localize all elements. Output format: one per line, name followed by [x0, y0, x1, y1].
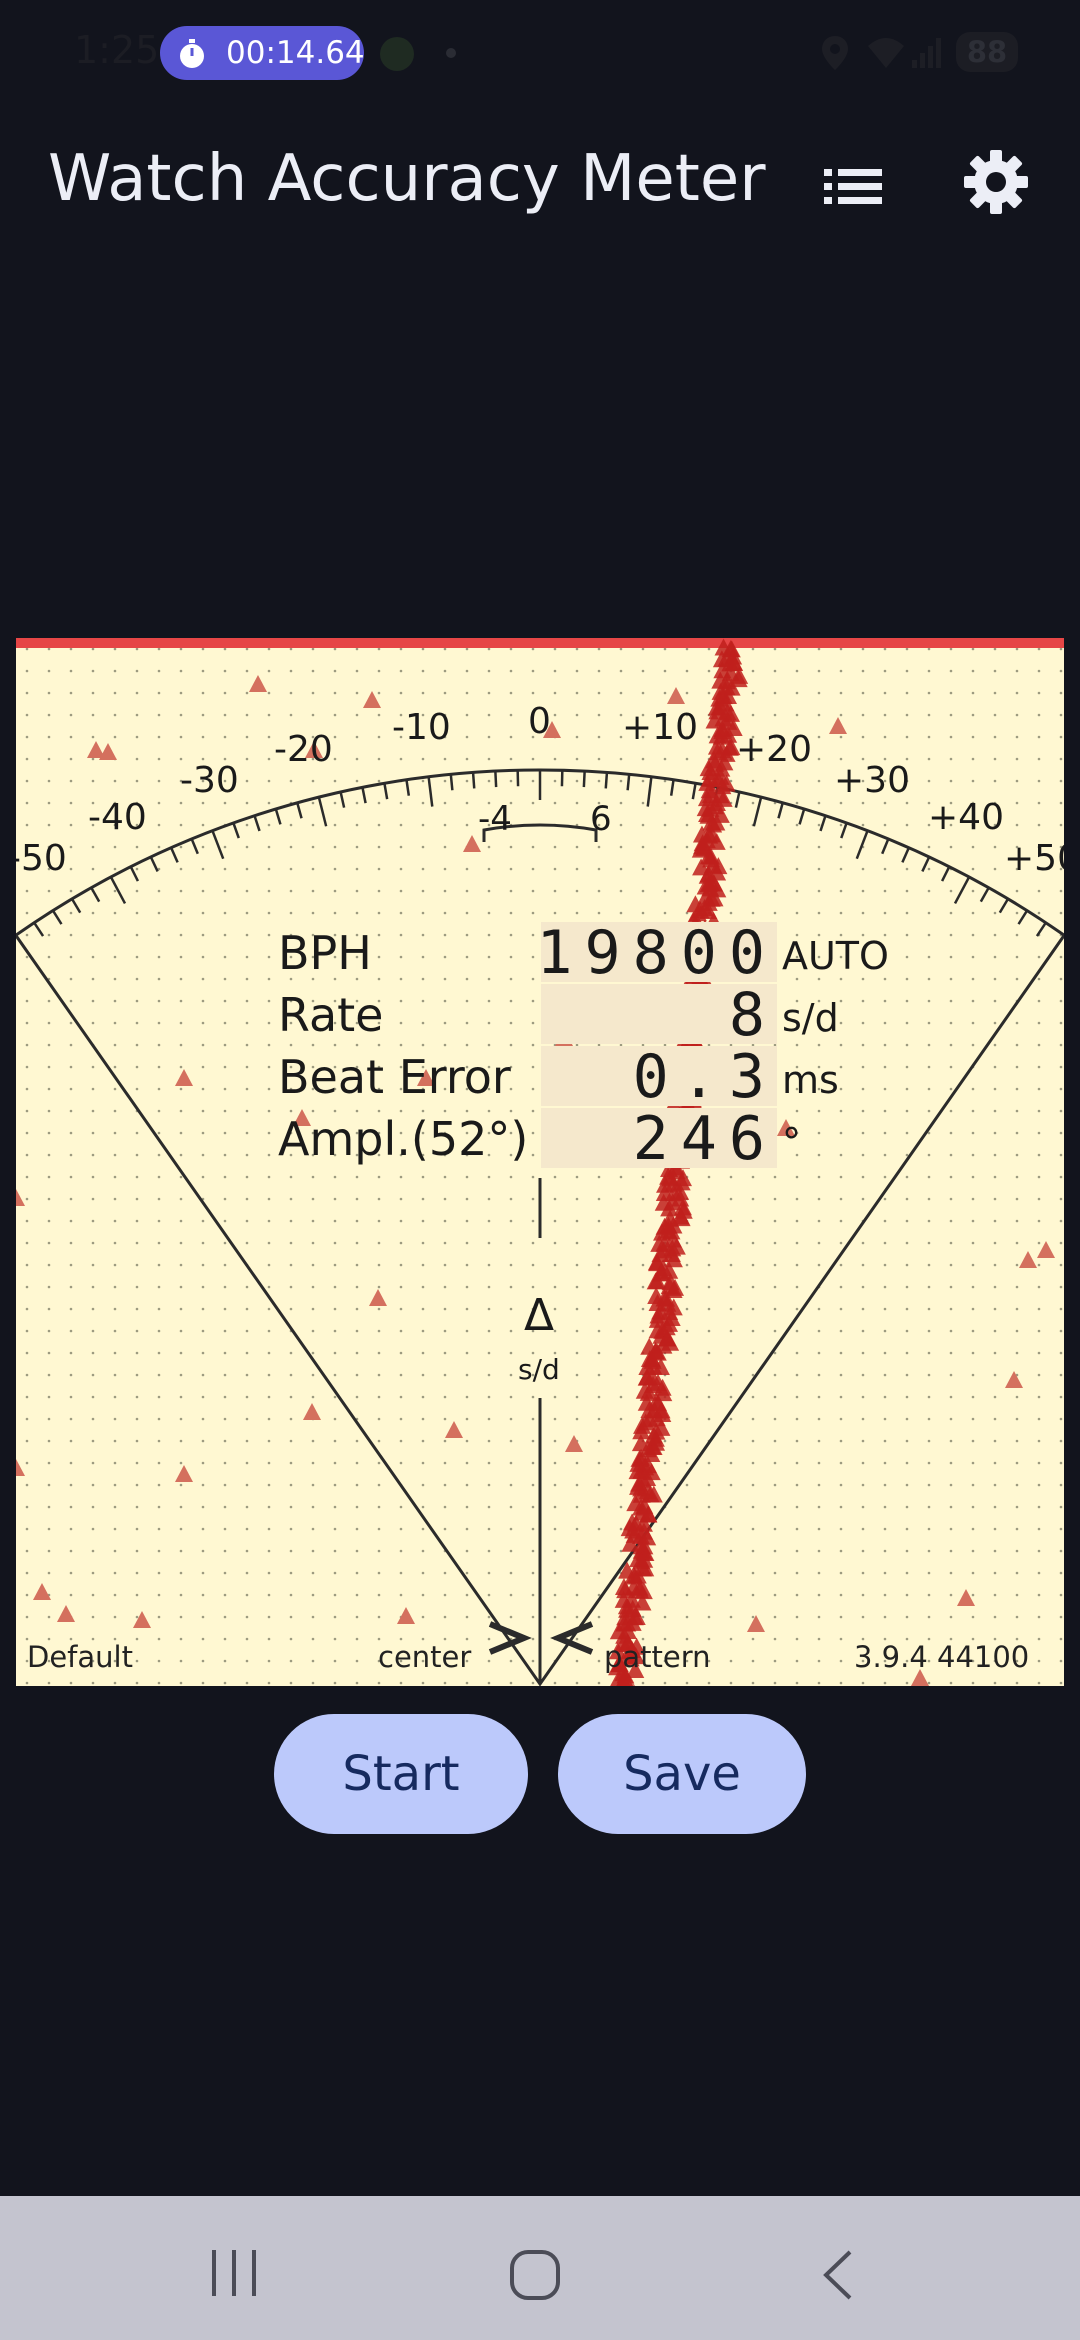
- scale-label: +50: [1004, 838, 1064, 879]
- save-button[interactable]: Save: [558, 1714, 806, 1834]
- rate-label: Rate: [278, 988, 384, 1042]
- center-label: center: [378, 1640, 472, 1674]
- status-time: 1:25: [74, 28, 160, 72]
- stopwatch-icon: [180, 39, 204, 68]
- scale-label: +10: [622, 707, 698, 748]
- beat-error-value: 0.3: [632, 1042, 777, 1112]
- scale-label: -30: [180, 760, 239, 801]
- scale-label: -50: [16, 838, 67, 879]
- dot-icon: [446, 48, 456, 58]
- delta-unit: s/d: [518, 1353, 560, 1386]
- amplitude-value-cell: 246: [541, 1104, 777, 1174]
- location-icon: [822, 36, 848, 70]
- bph-value-cell: 19800: [536, 918, 777, 988]
- history-list-button[interactable]: [818, 152, 888, 222]
- amplitude-value: 246: [632, 1104, 777, 1174]
- accuracy-meter-panel: -50 -40 -30 -20 -10 0 +10 +20 +30 +40 +5…: [16, 638, 1064, 1686]
- scale-tick: [582, 771, 586, 788]
- beat-error-label: Beat Error: [278, 1050, 511, 1104]
- scale-label: +30: [834, 760, 910, 801]
- scale-tick: [626, 774, 631, 791]
- recent-apps-icon[interactable]: [206, 2248, 262, 2298]
- top-bar: [16, 638, 1064, 648]
- scale-label: +20: [736, 729, 812, 770]
- scale-label: 0: [528, 701, 551, 742]
- inner-scale-label: 6: [590, 799, 612, 839]
- stopwatch-chip[interactable]: 00:14.64: [160, 26, 365, 80]
- status-bar: 1:25 00:14.64 88: [0, 0, 1080, 105]
- rate-value-cell: 8: [541, 980, 777, 1050]
- scale-label: -10: [392, 707, 451, 748]
- scale-tick: [471, 772, 476, 789]
- home-icon[interactable]: [508, 2248, 562, 2302]
- pattern-label: pattern: [604, 1640, 711, 1674]
- scale-tick: [604, 772, 609, 789]
- wifi-icon: [868, 38, 904, 68]
- delta-symbol: Δ: [524, 1290, 555, 1341]
- scale-tick: [449, 774, 454, 791]
- gear-icon: [964, 150, 1028, 214]
- start-button[interactable]: Start: [274, 1714, 528, 1834]
- bph-unit: AUTO: [782, 934, 889, 978]
- list-icon: [824, 169, 882, 204]
- bph-value: 19800: [536, 918, 777, 988]
- app-bar: Watch Accuracy Meter: [0, 120, 1080, 240]
- rate-unit: s/d: [782, 996, 839, 1040]
- battery-indicator: 88: [956, 32, 1018, 72]
- rate-value: 8: [728, 980, 777, 1050]
- amplitude-label: Ampl.(52°): [278, 1112, 529, 1166]
- page-title: Watch Accuracy Meter: [48, 142, 766, 216]
- back-icon[interactable]: [818, 2248, 858, 2302]
- scale-label: -20: [274, 729, 333, 770]
- scale-label: +40: [928, 797, 1004, 838]
- signal-icon: [912, 38, 941, 68]
- scale-tick: [494, 771, 498, 788]
- notification-icon: [380, 37, 414, 71]
- stopwatch-time: 00:14.64: [226, 35, 365, 71]
- settings-button[interactable]: [960, 146, 1032, 218]
- inner-scale-label: -4: [478, 799, 512, 839]
- beat-error-unit: ms: [782, 1058, 839, 1102]
- beat-error-value-cell: 0.3: [541, 1042, 777, 1112]
- amplitude-unit: °: [782, 1120, 801, 1164]
- scale-label: -40: [88, 797, 147, 838]
- system-nav-bar: [0, 2196, 1080, 2340]
- profile-label[interactable]: Default: [27, 1640, 133, 1674]
- bph-label: BPH: [278, 926, 372, 980]
- version-label: 3.9.4 44100: [854, 1640, 1030, 1674]
